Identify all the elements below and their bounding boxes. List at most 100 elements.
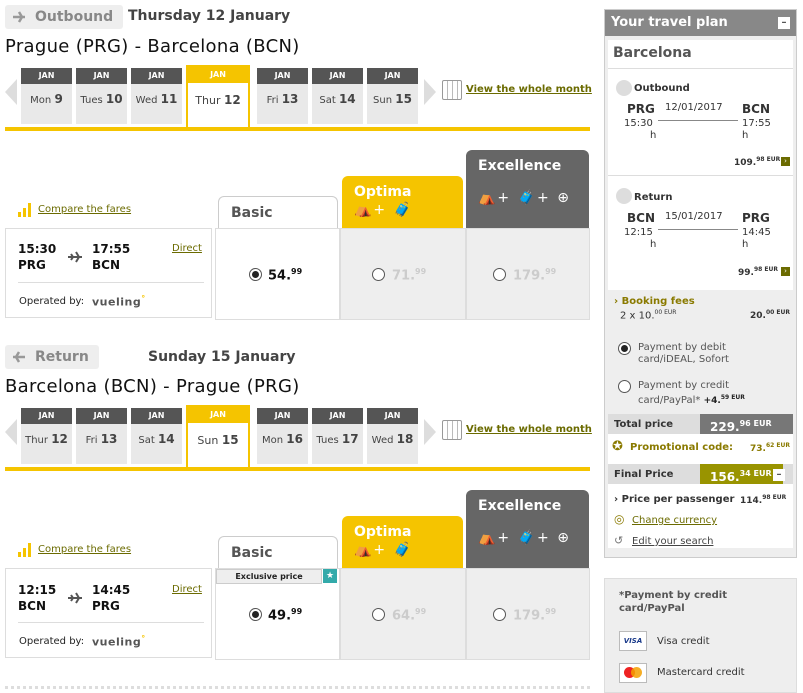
outbound-day-7[interactable]: JAN Sun 15 (367, 68, 418, 124)
booking-fees-label: › Booking fees (614, 296, 695, 307)
return-next-arrow[interactable] (424, 419, 436, 445)
outbound-day-5[interactable]: JAN Fri 13 (257, 68, 308, 124)
outbound-day-2[interactable]: JAN Tues 10 (76, 68, 127, 124)
excellence-perks-icons: ⛺+ 🧳+ ⊕ (478, 190, 571, 206)
visa-icon: VISA (619, 631, 647, 651)
sb-ret-from-time: 12:15 (624, 227, 653, 238)
return-label-text: Return (35, 349, 89, 365)
return-compare-link[interactable]: Compare the fares (38, 544, 131, 555)
plane-icon (616, 188, 632, 204)
return-view-month-link[interactable]: View the whole month (466, 424, 592, 435)
return-day-1[interactable]: JAN Thur 12 (21, 408, 72, 464)
final-price: 156.34 EUR (700, 464, 783, 484)
arrow-right-icon[interactable]: › (781, 157, 790, 166)
return-excellence-header: Excellence (466, 490, 589, 568)
divider (18, 622, 204, 623)
outbound-basic-radio[interactable] (249, 268, 262, 281)
total-price: 229.96 EUR (700, 414, 793, 434)
final-label: Final Price (614, 469, 674, 480)
return-label: Return (5, 345, 99, 369)
sb-out-from-h: h (650, 130, 657, 141)
plane-icon (68, 251, 82, 263)
excellence-label: Excellence (478, 158, 562, 174)
optima-perks-icons: ⛺+ 🧳 (354, 542, 414, 558)
return-basic-price: 49.99 (268, 607, 303, 624)
day-label: Wed 18 (371, 432, 414, 446)
return-optima-radio[interactable] (372, 608, 385, 621)
outbound-compare-link[interactable]: Compare the fares (38, 204, 131, 215)
total-label: Total price (614, 419, 674, 430)
outbound-excellence-header: Excellence (466, 150, 589, 228)
outbound-view-month-link[interactable]: View the whole month (466, 84, 592, 95)
return-day-6[interactable]: JAN Tues 17 (312, 408, 363, 464)
day-label: Fri 13 (266, 92, 299, 106)
vueling-logo: vueling° (92, 634, 146, 649)
return-direct-link[interactable]: Direct (172, 584, 202, 595)
calendar-icon[interactable] (442, 80, 462, 100)
outbound-direct-link[interactable]: Direct (172, 243, 202, 254)
exclusive-price-badge: Exclusive price (216, 569, 322, 584)
outbound-excellence-radio[interactable] (493, 268, 506, 281)
day-month: JAN (76, 68, 127, 84)
plane-icon (13, 11, 25, 23)
sb-outbound-label: Outbound (634, 83, 690, 94)
sb-ret-to-h: h (742, 239, 749, 250)
sidebar-header: Your travel plan – (605, 10, 796, 36)
calendar-icon[interactable] (442, 420, 462, 440)
outbound-day-1[interactable]: JAN Mon 9 (21, 68, 72, 124)
outbound-date: Thursday 12 January (128, 8, 291, 24)
visa-label: Visa credit (657, 636, 710, 647)
outbound-day-selected[interactable]: JAN Thur 12 (186, 65, 250, 127)
sb-ret-to-time: 14:45 (742, 227, 771, 238)
sidebar-title: Your travel plan (611, 15, 728, 30)
outbound-next-arrow[interactable] (424, 79, 436, 105)
minimize-button[interactable]: – (778, 17, 790, 29)
return-excellence-price: 179.99 (513, 607, 557, 624)
return-day-selected[interactable]: JAN Sun 15 (186, 405, 250, 467)
outbound-label-text: Outbound (35, 9, 114, 25)
outbound-day-strip: JAN Mon 9 JAN Tues 10 JAN Wed 11 JAN Thur 12… (21, 65, 421, 130)
outbound-dep-time: 15:30 (18, 242, 57, 256)
outbound-excellence-price: 179.99 (513, 267, 557, 284)
outbound-dep-code: PRG (18, 258, 46, 272)
credit-radio[interactable] (618, 380, 631, 393)
return-day-7[interactable]: JAN Wed 18 (367, 408, 418, 464)
excellence-label: Excellence (478, 498, 562, 514)
day-month: JAN (76, 408, 127, 424)
per-passenger-value: 114.98 EUR (740, 494, 787, 506)
sb-out-price: 109.98 EUR (734, 156, 781, 168)
outbound-day-6[interactable]: JAN Sat 14 (312, 68, 363, 124)
return-excellence-radio[interactable] (493, 608, 506, 621)
day-label: Sat 14 (138, 432, 175, 446)
return-prev-arrow[interactable] (5, 419, 17, 445)
day-label: Sun 15 (373, 92, 412, 106)
arrow-right-icon[interactable]: › (781, 267, 790, 276)
day-label: Mon 16 (262, 432, 303, 446)
sb-out-to-h: h (742, 130, 749, 141)
day-month: JAN (367, 68, 418, 84)
cards-title: *Payment by credit card/PayPal (619, 590, 727, 614)
return-day-5[interactable]: JAN Mon 16 (257, 408, 308, 464)
return-basic-header: Basic (218, 536, 338, 568)
return-day-2[interactable]: JAN Fri 13 (76, 408, 127, 464)
compare-bars-icon (18, 203, 34, 217)
pay-credit-label: Payment by credit card/PayPal* +4.59 EUR (638, 380, 745, 406)
change-currency-link[interactable]: Change currency (632, 515, 717, 526)
day-label: Fri 13 (85, 432, 118, 446)
day-label: Sat 14 (319, 92, 356, 106)
optima-label: Optima (354, 524, 412, 540)
outbound-day-3[interactable]: JAN Wed 11 (131, 68, 182, 124)
outbound-optima-radio[interactable] (372, 268, 385, 281)
outbound-prev-arrow[interactable] (5, 79, 17, 105)
return-day-3[interactable]: JAN Sat 14 (131, 408, 182, 464)
return-ribbon (5, 467, 590, 471)
edit-search-link[interactable]: Edit your search (632, 536, 713, 547)
day-month: JAN (188, 407, 248, 423)
debit-radio[interactable] (618, 342, 631, 355)
return-basic-radio[interactable] (249, 608, 262, 621)
totals-panel: Total price 229.96 EUR ✪ Promotional cod… (608, 414, 793, 548)
day-month: JAN (312, 68, 363, 84)
return-day-strip: JAN Thur 12 JAN Fri 13 JAN Sat 14 JAN Sun 15… (21, 405, 421, 470)
collapse-final-button[interactable]: – (773, 469, 785, 481)
day-month: JAN (312, 408, 363, 424)
